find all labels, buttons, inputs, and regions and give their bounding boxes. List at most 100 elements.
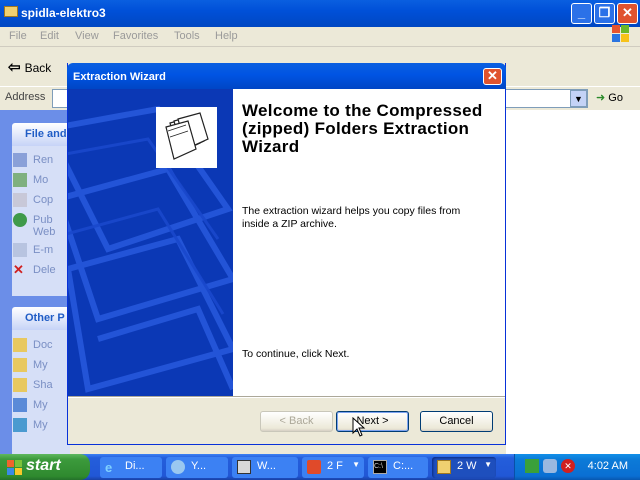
- app-icon: [307, 460, 321, 474]
- next-button[interactable]: Next >: [336, 411, 409, 432]
- taskbar-item-window[interactable]: W...: [232, 457, 298, 478]
- tray-app-icon[interactable]: [543, 459, 557, 473]
- menu-edit[interactable]: Edit: [40, 30, 59, 42]
- email-icon: [13, 243, 27, 257]
- go-label: Go: [608, 92, 623, 104]
- wizard-side-banner: [68, 89, 233, 396]
- task-publish[interactable]: Pub: [13, 213, 53, 227]
- taskbar-item-label: Di...: [125, 460, 145, 472]
- task-label: Ren: [33, 153, 54, 166]
- task-label: Pub: [33, 213, 53, 226]
- taskbar-item-label: 2 F: [327, 460, 343, 472]
- place-my-3[interactable]: My: [13, 418, 48, 432]
- start-label: start: [26, 457, 61, 474]
- wizard-continue-text: To continue, click Next.: [242, 348, 350, 360]
- taskbar-item-label: 2 W: [457, 460, 477, 472]
- task-delete[interactable]: ✕ Dele: [13, 263, 56, 277]
- rename-icon: [13, 153, 27, 167]
- task-rename[interactable]: Ren: [13, 153, 53, 167]
- taskbar-item-messenger[interactable]: Y...: [166, 457, 228, 478]
- taskbar: start e Di... Y... W... 2 F ▼ C:\ C:... …: [0, 454, 640, 480]
- shared-folder-icon: [13, 378, 27, 392]
- place-label: Doc: [33, 338, 53, 351]
- menu-tools[interactable]: Tools: [174, 30, 200, 42]
- place-label: Sha: [33, 378, 53, 391]
- menu-help[interactable]: Help: [215, 30, 238, 42]
- place-documents[interactable]: Doc: [13, 338, 53, 352]
- windows-logo-icon: [612, 25, 630, 43]
- cancel-button[interactable]: Cancel: [420, 411, 493, 432]
- go-button[interactable]: ➜ Go: [596, 91, 623, 104]
- wizard-title: Extraction Wizard: [73, 71, 166, 83]
- taskbar-item-label: Y...: [191, 460, 207, 472]
- ie-icon: e: [105, 460, 113, 475]
- folder-icon: [437, 460, 451, 474]
- maximize-button[interactable]: ❐: [594, 3, 615, 24]
- taskbar-item-group-f[interactable]: 2 F ▼: [302, 457, 364, 478]
- move-icon: [13, 173, 27, 187]
- system-tray: ✕ 4:02 AM: [514, 454, 640, 480]
- clock: 4:02 AM: [587, 460, 628, 472]
- place-my-2[interactable]: My: [13, 398, 48, 412]
- place-label: My: [33, 398, 48, 411]
- place-my-1[interactable]: My: [13, 358, 48, 372]
- back-button[interactable]: ⇦ Back: [8, 58, 51, 76]
- task-email[interactable]: E-m: [13, 243, 53, 257]
- back-button[interactable]: < Back: [260, 411, 333, 432]
- file-tasks-header[interactable]: File and: [12, 123, 70, 146]
- place-label: My: [33, 418, 48, 431]
- folder-icon: [13, 338, 27, 352]
- task-label: E-m: [33, 243, 54, 256]
- taskbar-item-cmd[interactable]: C:\ C:...: [368, 457, 428, 478]
- task-publish-web[interactable]: Web: [33, 226, 55, 238]
- explorer-title: spidla-elektro3: [21, 6, 106, 20]
- chevron-down-icon: ▼: [484, 460, 492, 469]
- task-label: Dele: [33, 263, 56, 276]
- place-shared[interactable]: Sha: [13, 378, 53, 392]
- task-copy[interactable]: Cop: [13, 193, 53, 207]
- place-label: My: [33, 358, 48, 371]
- task-label: Mo: [33, 173, 49, 186]
- delete-icon: ✕: [13, 262, 24, 277]
- task-label: Cop: [33, 193, 54, 206]
- go-arrow-icon: ➜: [596, 92, 606, 104]
- task-move[interactable]: Mo: [13, 173, 48, 187]
- window-icon: [237, 460, 251, 474]
- menu-view[interactable]: View: [75, 30, 99, 42]
- taskbar-item-label: W...: [257, 460, 276, 472]
- network-tray-icon[interactable]: [525, 459, 539, 473]
- back-label: Back: [24, 61, 52, 75]
- file-list[interactable]: [506, 110, 640, 454]
- folder-icon: [13, 358, 27, 372]
- wizard-separator: [68, 396, 505, 398]
- menu-favorites[interactable]: Favorites: [113, 30, 158, 42]
- security-alert-icon[interactable]: ✕: [561, 459, 575, 473]
- computer-icon: [13, 398, 27, 412]
- globe-icon: [13, 213, 27, 227]
- zip-folder-icon: [156, 107, 217, 168]
- windows-flag-icon: [7, 460, 22, 475]
- cmd-icon: C:\: [373, 460, 387, 474]
- minimize-button[interactable]: _: [571, 3, 592, 24]
- folder-icon: [4, 6, 18, 17]
- taskbar-item-label: C:...: [393, 460, 414, 472]
- menu-bar: File Edit View Favorites Tools Help: [0, 27, 640, 47]
- menu-file[interactable]: File: [9, 30, 27, 42]
- wizard-title-bar[interactable]: Extraction Wizard ✕: [67, 63, 506, 89]
- taskbar-item-group-w[interactable]: 2 W ▼: [432, 457, 496, 478]
- address-dropdown-button[interactable]: ▼: [570, 90, 587, 107]
- close-button[interactable]: ✕: [617, 3, 638, 24]
- messenger-icon: [171, 460, 185, 474]
- network-icon: [13, 418, 27, 432]
- start-button[interactable]: start: [0, 454, 90, 480]
- taskbar-item-ie[interactable]: e Di...: [100, 457, 162, 478]
- copy-icon: [13, 193, 27, 207]
- back-arrow-icon: ⇦: [8, 59, 21, 76]
- wizard-heading: Welcome to the Compressed (zipped) Folde…: [242, 101, 483, 156]
- other-places-header[interactable]: Other P: [12, 307, 70, 330]
- explorer-title-bar[interactable]: spidla-elektro3 _ ❐ ✕: [0, 0, 640, 27]
- wizard-description: The extraction wizard helps you copy fil…: [242, 205, 461, 230]
- wizard-close-button[interactable]: ✕: [483, 68, 502, 85]
- chevron-down-icon: ▼: [352, 460, 360, 469]
- tasks-pane: File and Ren Mo Cop Pub Web E-m ✕ Dele Ot…: [0, 110, 70, 454]
